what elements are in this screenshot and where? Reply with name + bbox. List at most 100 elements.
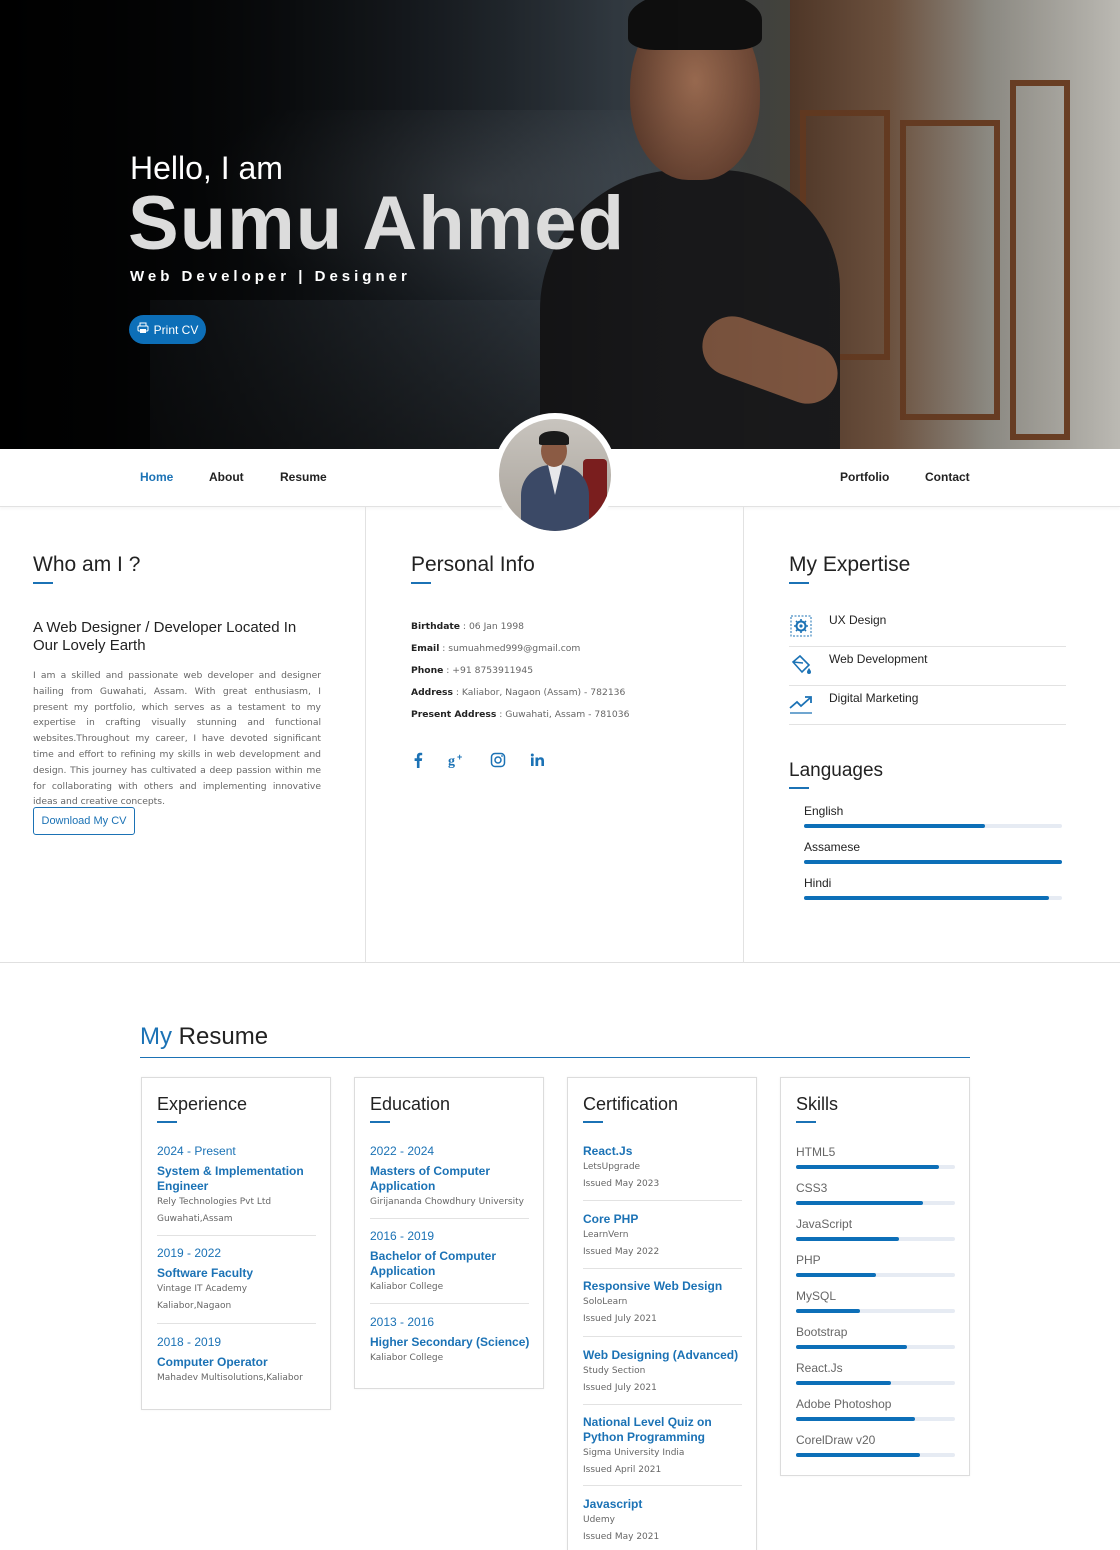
- nav-about[interactable]: About: [209, 470, 244, 484]
- who-title: Who am I ?: [33, 553, 141, 576]
- education-card: Education 2022 - 2024 Masters of Computer…: [354, 1077, 544, 1389]
- skill-bar: [796, 1417, 955, 1421]
- certification-detail: Issued May 2023: [583, 1179, 660, 1189]
- skill-label: JavaScript: [796, 1217, 853, 1231]
- entry-title: Bachelor of Computer Application: [370, 1249, 497, 1278]
- skill-bar-fill: [796, 1453, 921, 1457]
- certification-detail: Sigma University India: [583, 1448, 685, 1458]
- nav-resume[interactable]: Resume: [280, 470, 327, 484]
- entry-divider: [583, 1336, 742, 1337]
- skill-bar-fill: [796, 1381, 892, 1385]
- entry-title: Higher Secondary (Science): [370, 1335, 530, 1349]
- skill-bar: [796, 1201, 955, 1205]
- resume-title: My Resume: [140, 1023, 269, 1050]
- gear-icon: [789, 614, 813, 638]
- certification-title: Web Designing (Advanced): [583, 1348, 739, 1362]
- personal-row-birthdate: Birthdate : 06 Jan 1998: [411, 621, 525, 632]
- timeline-entry: 2024 - Present System & Implementation En…: [157, 1144, 317, 1228]
- certification-detail: LetsUpgrade: [583, 1162, 641, 1172]
- entry-date: 2013 - 2016: [370, 1315, 435, 1329]
- title-underline: [796, 1121, 816, 1123]
- skill-bar-fill: [796, 1237, 900, 1241]
- language-bar: [804, 860, 1062, 864]
- language-bar-fill: [804, 896, 1050, 900]
- skill-label: Bootstrap: [796, 1325, 848, 1339]
- expertise-label: UX Design: [829, 613, 887, 627]
- personal-row-present-address: Present Address : Guwahati, Assam - 7810…: [411, 709, 630, 720]
- expertise-item: Digital Marketing: [789, 686, 1066, 725]
- expertise-label: Digital Marketing: [829, 691, 919, 705]
- certification-detail: LearnVern: [583, 1230, 629, 1240]
- entry-title: System & Implementation Engineer: [157, 1164, 304, 1193]
- entry-detail: Girijananda Chowdhury University: [370, 1197, 524, 1207]
- certification-detail: Issued July 2021: [583, 1314, 657, 1324]
- skill-label: HTML5: [796, 1145, 836, 1159]
- entry-divider: [583, 1268, 742, 1269]
- expertise-item: UX Design: [789, 608, 1066, 647]
- entry-detail: Kaliabor College: [370, 1353, 444, 1363]
- certification-detail: Study Section: [583, 1366, 646, 1376]
- skill-bar-fill: [796, 1273, 876, 1277]
- skill-bar: [796, 1309, 955, 1313]
- personal-row-phone: Phone : +91 8753911945: [411, 665, 534, 676]
- certification-detail: Issued May 2022: [583, 1247, 660, 1257]
- facebook-icon[interactable]: [409, 751, 427, 769]
- print-cv-label: Print CV: [153, 322, 199, 337]
- skill-bar-fill: [796, 1201, 924, 1205]
- skill-bar-fill: [796, 1309, 860, 1313]
- nav-portfolio[interactable]: Portfolio: [840, 470, 889, 484]
- avatar-photo: [499, 419, 611, 531]
- language-label: Assamese: [804, 840, 861, 854]
- google-plus-icon[interactable]: g +: [448, 751, 466, 769]
- certification-entry: National Level Quiz on Python Programmin…: [583, 1415, 743, 1479]
- instagram-icon[interactable]: [489, 751, 507, 769]
- certification-detail: SoloLearn: [583, 1297, 628, 1307]
- title-underline: [157, 1121, 177, 1123]
- resume-divider: [140, 1057, 970, 1058]
- title-underline: [370, 1121, 390, 1123]
- certification-title: Javascript: [583, 1497, 643, 1511]
- entry-divider: [370, 1303, 529, 1304]
- certification-title: National Level Quiz on Python Programmin…: [583, 1415, 712, 1444]
- entry-title: Masters of Computer Application: [370, 1164, 491, 1193]
- entry-divider: [157, 1235, 316, 1236]
- printer-icon: [137, 322, 149, 337]
- entry-date: 2024 - Present: [157, 1144, 236, 1158]
- certification-entry: Responsive Web Design SoloLearn Issued Jul…: [583, 1279, 743, 1328]
- expertise-item: Web Development: [789, 647, 1066, 686]
- who-subtitle: A Web Designer / Developer Located In Ou…: [33, 619, 297, 654]
- nav-contact[interactable]: Contact: [925, 470, 970, 484]
- skill-bar: [796, 1345, 955, 1349]
- entry-detail: Mahadev Multisolutions,Kaliabor: [157, 1373, 303, 1383]
- entry-divider: [583, 1200, 742, 1201]
- certification-detail: Udemy: [583, 1515, 615, 1525]
- personal-info-title: Personal Info: [411, 553, 535, 576]
- title-underline: [411, 582, 431, 584]
- skill-bar-fill: [796, 1345, 908, 1349]
- languages-title: Languages: [789, 760, 884, 781]
- title-underline: [789, 582, 809, 584]
- column-divider: [365, 507, 366, 963]
- personal-row-address: Address : Kaliabor, Nagaon (Assam) - 782…: [411, 687, 626, 698]
- entry-detail: Rely Technologies Pvt Ltd: [157, 1197, 272, 1207]
- expertise-label: Web Development: [829, 652, 928, 666]
- svg-text:+: +: [457, 752, 462, 762]
- trending-up-icon: [789, 692, 813, 716]
- certification-detail: Issued May 2021: [583, 1532, 660, 1542]
- certification-card: Certification React.Js LetsUpgrade Issued …: [567, 1077, 757, 1550]
- language-label: English: [804, 804, 844, 818]
- entry-date: 2019 - 2022: [157, 1246, 222, 1260]
- certification-entry: Core PHP LearnVern Issued May 2022: [583, 1212, 743, 1261]
- timeline-entry: 2018 - 2019 Computer Operator Mahadev Mult…: [157, 1335, 317, 1387]
- certification-entry: Web Designing (Advanced) Study Section Iss…: [583, 1348, 743, 1397]
- download-cv-button[interactable]: Download My CV: [33, 807, 135, 835]
- entry-date: 2022 - 2024: [370, 1144, 435, 1158]
- timeline-entry: 2013 - 2016 Higher Secondary (Science) Kal…: [370, 1315, 530, 1367]
- who-description: I am a skilled and passionate web develo…: [33, 670, 321, 808]
- linkedin-icon[interactable]: [529, 751, 547, 769]
- print-cv-button[interactable]: Print CV: [129, 315, 206, 344]
- timeline-entry: 2019 - 2022 Software Faculty Vintage IT Ac…: [157, 1246, 317, 1315]
- entry-title: Computer Operator: [157, 1355, 268, 1369]
- title-underline: [583, 1121, 603, 1123]
- nav-home[interactable]: Home: [140, 470, 173, 484]
